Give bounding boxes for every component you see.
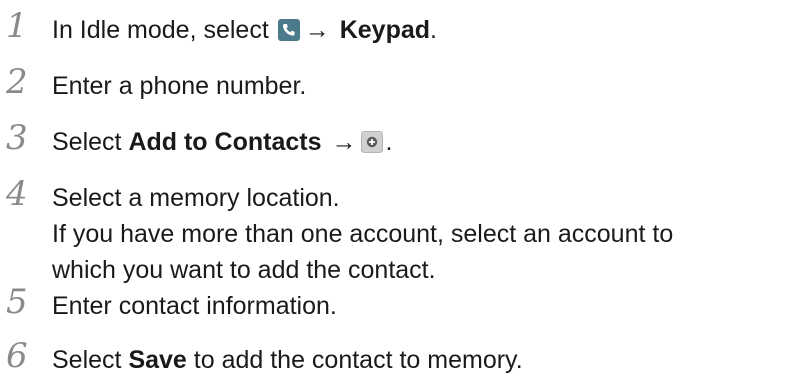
step-text-prefix: Select — [52, 346, 122, 374]
step-text-prefix: In Idle mode, select — [52, 16, 269, 44]
step-number: 1 — [6, 6, 28, 46]
step-text-suffix: . — [385, 128, 393, 156]
phone-icon — [277, 15, 300, 41]
step-text: Select a memory location. — [52, 184, 340, 212]
step-text: Enter contact information. — [52, 292, 337, 320]
step-text: Select Save to add the contact to memory… — [52, 342, 523, 378]
keypad-label: Keypad — [339, 16, 431, 44]
step-number: 6 — [6, 336, 28, 376]
step-text: In Idle mode, select → Keypad. — [52, 12, 437, 48]
step-number: 5 — [6, 282, 28, 322]
step-number: 4 — [6, 174, 28, 214]
add-icon — [361, 127, 384, 153]
step-text: Enter a phone number. — [52, 72, 307, 100]
step-note-line-2: which you want to add the contact. — [52, 256, 436, 284]
instruction-steps: 1 In Idle mode, select → Keypad. 2 Enter… — [0, 0, 790, 384]
step-text-suffix: to add the contact to memory. — [193, 346, 523, 374]
step-number: 3 — [6, 118, 28, 158]
step-text-suffix: . — [430, 16, 437, 44]
step-text-prefix: Select — [52, 128, 122, 156]
arrow: → — [304, 16, 330, 44]
arrow: → — [331, 128, 357, 156]
add-to-contacts-label: Add to Contacts — [128, 128, 322, 156]
step-number: 2 — [6, 62, 28, 102]
step-note-line-1: If you have more than one account, selec… — [52, 220, 674, 248]
save-label: Save — [128, 346, 187, 374]
step-text: Select Add to Contacts →. — [52, 124, 392, 160]
